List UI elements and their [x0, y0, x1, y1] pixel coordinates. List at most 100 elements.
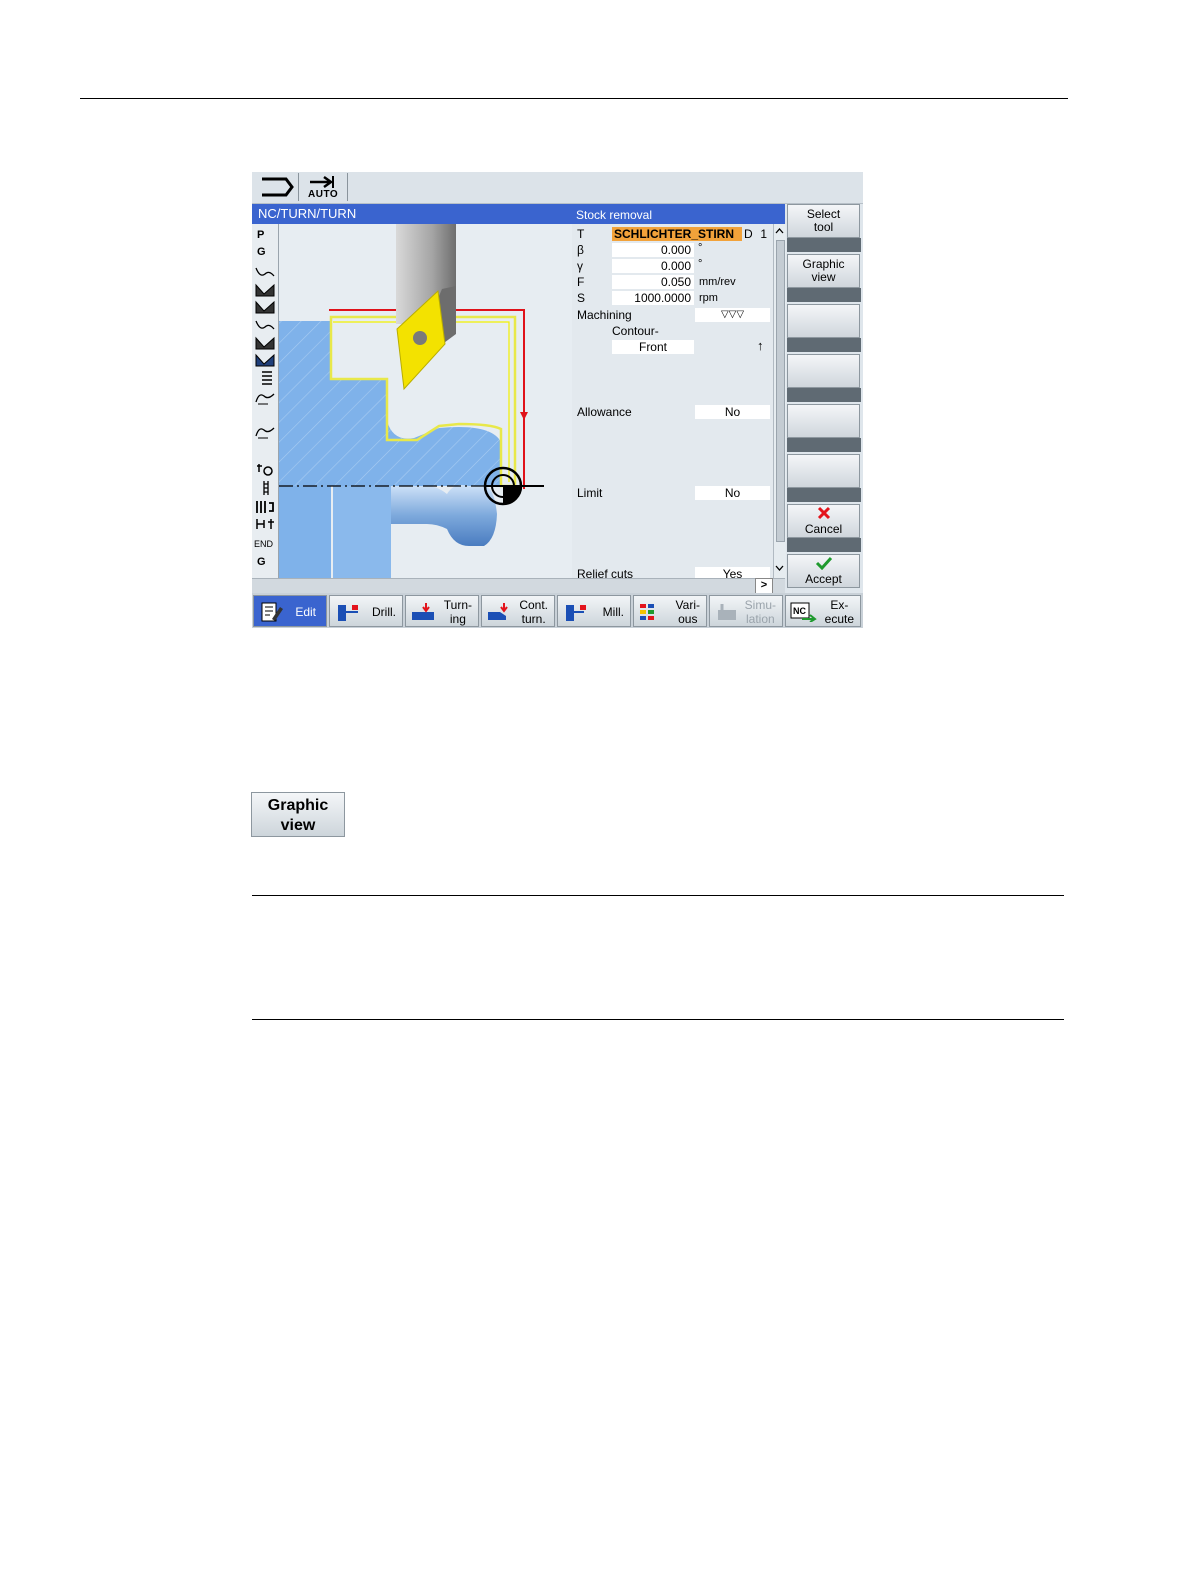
- stock-removal-residual-icon[interactable]: [254, 299, 276, 315]
- horizontal-softkey-bar: Edit Drill. Turn- ing Cont. turn. Mill.: [252, 593, 863, 628]
- softkey-empty-3[interactable]: [787, 304, 860, 338]
- softkey-empty-5[interactable]: [787, 404, 860, 438]
- edit-icon: [261, 602, 283, 622]
- gamma-label: γ: [577, 259, 583, 273]
- graphic-view-label-2: view: [811, 270, 836, 284]
- horizontal-scrollbar[interactable]: >: [252, 578, 785, 594]
- turning-icon: [412, 603, 434, 620]
- tool-change-icon[interactable]: [254, 462, 276, 478]
- simulation-button[interactable]: Simu- lation: [709, 595, 783, 627]
- simulation-label-1: Simu-: [744, 598, 776, 612]
- start-point-quadrant: [503, 486, 521, 504]
- block-icon[interactable]: [254, 516, 276, 532]
- machining-field[interactable]: ▽▽▽: [695, 308, 770, 322]
- softkey-divider: [787, 338, 861, 352]
- contour-icon[interactable]: [254, 264, 276, 280]
- softkey-divider: [787, 238, 861, 252]
- scroll-up-icon[interactable]: [774, 225, 785, 237]
- select-tool-label-2: tool: [813, 220, 834, 234]
- plunge-turning-icon[interactable]: [254, 390, 276, 406]
- part-body-2: [333, 486, 391, 578]
- various-label-2: ous: [678, 612, 698, 626]
- accept-button[interactable]: Accept: [787, 554, 860, 588]
- select-tool-button[interactable]: Select tool: [787, 204, 860, 238]
- turning-label-group: Turn- ing: [444, 598, 472, 626]
- softkey-divider: [787, 538, 861, 552]
- stock-region: [279, 321, 501, 486]
- feed-field[interactable]: 0.050: [612, 275, 694, 289]
- strip-item-p[interactable]: P: [252, 227, 277, 244]
- contour-turning-label-group: Cont. turn.: [519, 598, 548, 626]
- beta-field[interactable]: 0.000: [612, 243, 694, 257]
- stock-removal-icon[interactable]: [254, 282, 276, 298]
- status-bar: AUTO: [252, 172, 863, 204]
- parameter-form: T SCHLICHTER_STIRN D 1 β 0.000 ° γ 0.000…: [572, 224, 785, 581]
- tool-label: T: [577, 227, 585, 241]
- tool-field[interactable]: SCHLICHTER_STIRN: [612, 227, 742, 241]
- plunge-icon[interactable]: [254, 370, 276, 386]
- softkey-empty-6[interactable]: [787, 454, 860, 488]
- scroll-right-icon[interactable]: >: [755, 578, 773, 594]
- turning-label-1: Turn-: [443, 598, 472, 612]
- execute-button[interactable]: NC Ex- ecute: [785, 595, 861, 627]
- contour-mode-field[interactable]: Contour-parall.: [612, 324, 694, 352]
- various-button[interactable]: Vari- ous: [633, 595, 707, 627]
- edit-label: Edit: [295, 605, 316, 619]
- beta-label: β: [577, 243, 584, 257]
- svg-text:NC: NC: [793, 606, 806, 616]
- cutting-edge-field[interactable]: 1: [754, 227, 770, 241]
- contour-2-icon[interactable]: [254, 317, 276, 333]
- mode-label: AUTO: [308, 189, 339, 200]
- speed-field[interactable]: 1000.0000: [612, 291, 694, 305]
- part-collar: [391, 485, 497, 546]
- gamma-unit: °: [698, 258, 703, 270]
- scroll-down-icon[interactable]: [774, 562, 785, 574]
- checkmark-icon: [815, 556, 832, 571]
- softkey-divider: [787, 488, 861, 502]
- limit-label: Limit: [577, 486, 603, 500]
- various-label-1: Vari-: [675, 598, 700, 612]
- strip-item-g2[interactable]: G: [252, 554, 277, 571]
- strip-item-end[interactable]: END: [252, 536, 277, 553]
- drilling-button[interactable]: Drill.: [329, 595, 403, 627]
- milling-label: Mill.: [602, 605, 624, 619]
- softkey-divider: [787, 388, 861, 402]
- various-label-group: Vari- ous: [676, 598, 700, 626]
- cancel-button[interactable]: Cancel: [787, 504, 860, 538]
- speed-unit: rpm: [699, 292, 718, 304]
- machining-label: Machining: [577, 308, 632, 322]
- grooving-icon[interactable]: [254, 335, 276, 351]
- scroll-thumb[interactable]: [776, 240, 785, 542]
- edit-button[interactable]: Edit: [253, 595, 327, 627]
- machine-area-button[interactable]: [254, 173, 299, 201]
- drilling-label: Drill.: [372, 605, 396, 619]
- grooving-residual-icon[interactable]: [254, 352, 276, 368]
- graphic-view-button[interactable]: Graphic view: [787, 254, 860, 288]
- turning-button[interactable]: Turn- ing: [405, 595, 479, 627]
- graphic-view-softkey-illustration[interactable]: Graphic view: [251, 792, 345, 837]
- part-body-1: [279, 486, 331, 578]
- vertical-scrollbar[interactable]: [773, 224, 786, 578]
- direction-field[interactable]: Front: [612, 340, 694, 354]
- insert-screw: [413, 331, 427, 345]
- direction-arrow-icon[interactable]: ↑: [757, 338, 764, 353]
- softkey-empty-4[interactable]: [787, 354, 860, 388]
- cycles-icon[interactable]: [254, 499, 276, 515]
- multi-edit-icon[interactable]: [254, 480, 276, 496]
- contour-turning-button[interactable]: Cont. turn.: [481, 595, 555, 627]
- gamma-field[interactable]: 0.000: [612, 259, 694, 273]
- strip-item-g[interactable]: G: [252, 244, 277, 261]
- allowance-field[interactable]: No: [695, 405, 770, 419]
- cycle-strip: P G END G: [252, 224, 279, 578]
- contour-turning-icon: [488, 603, 508, 620]
- header-rule: [80, 98, 1068, 99]
- limit-field[interactable]: No: [695, 486, 770, 500]
- hmi-screen: AUTO NC/TURN/TURN Stock removal P G END …: [252, 172, 863, 628]
- plunge-turning-residual-icon[interactable]: [254, 424, 276, 440]
- turning-label-2: ing: [449, 612, 466, 626]
- program-path: NC/TURN/TURN: [252, 204, 572, 224]
- milling-button[interactable]: Mill.: [557, 595, 631, 627]
- note-bottom-rule: [252, 1019, 1064, 1020]
- contour-turning-label-2: turn.: [521, 612, 546, 626]
- various-icon: [640, 604, 654, 620]
